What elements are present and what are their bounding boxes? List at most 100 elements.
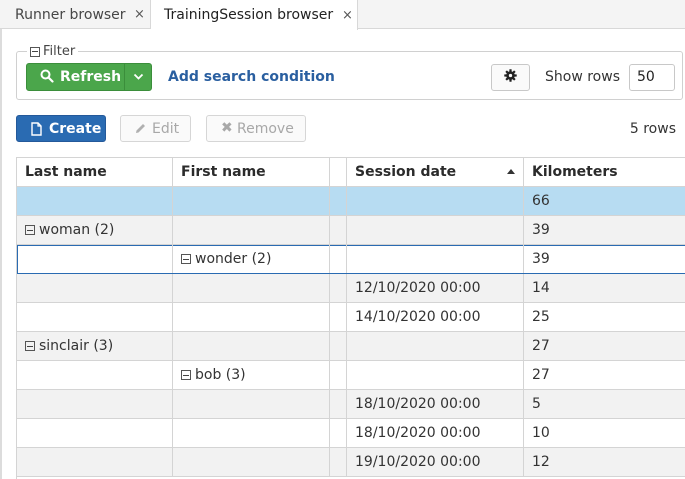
panel-edge xyxy=(0,29,2,479)
sessions-grid: Last name First name Session date Kilome… xyxy=(16,157,685,479)
cell-text: 66 xyxy=(532,193,550,209)
cell-kilometers: 10 xyxy=(524,419,685,447)
edit-button[interactable]: Edit xyxy=(120,115,191,142)
table-row[interactable]: 12/10/2020 00:00 14 xyxy=(17,274,685,303)
column-header-last-name[interactable]: Last name xyxy=(17,158,173,187)
remove-label: Remove xyxy=(237,121,294,137)
cell-content: 27 xyxy=(532,361,550,389)
cell-content: 39 xyxy=(532,216,550,244)
cell-text: 39 xyxy=(532,222,550,238)
table-row[interactable]: bob (3) 27 xyxy=(17,361,685,390)
table-row[interactable]: 19/10/2020 00:00 12 xyxy=(17,448,685,477)
create-label: Create xyxy=(49,121,102,137)
cell-content: 18/10/2020 00:00 xyxy=(355,390,481,418)
cell-content: 12 xyxy=(532,448,550,476)
column-header-spacer xyxy=(330,158,347,187)
cell-last-name xyxy=(17,303,173,331)
collapse-icon[interactable] xyxy=(181,370,191,380)
cell-session-date xyxy=(347,361,524,389)
cell-first-name: wonder (2) xyxy=(173,245,330,273)
cell-content: 14 xyxy=(532,274,550,302)
cell-kilometers: 27 xyxy=(524,361,685,389)
cell-last-name xyxy=(17,187,173,215)
cell-content: wonder (2) xyxy=(181,245,271,273)
cell-content: 19/10/2020 00:00 xyxy=(355,448,481,476)
refresh-button[interactable]: Refresh xyxy=(26,63,126,91)
sort-ascending-icon xyxy=(507,169,515,174)
cell-content: bob (3) xyxy=(181,361,246,389)
table-row[interactable]: 66 xyxy=(17,187,685,216)
cell-kilometers: 5 xyxy=(524,390,685,418)
cell-content: woman (2) xyxy=(25,216,114,244)
column-header-first-name[interactable]: First name xyxy=(173,158,330,187)
cell-kilometers: 27 xyxy=(524,332,685,360)
gear-icon xyxy=(504,69,517,86)
row-count: 5 rows xyxy=(629,121,676,137)
table-row[interactable]: woman (2) 39 xyxy=(17,216,685,245)
cell-text: 10 xyxy=(532,425,550,441)
cell-content: 66 xyxy=(532,187,550,215)
cell-spacer xyxy=(330,419,347,447)
tab-trainingsession-browser[interactable]: TrainingSession browser × xyxy=(151,0,358,30)
cell-kilometers: 12 xyxy=(524,448,685,476)
cell-spacer xyxy=(330,361,347,389)
cell-first-name xyxy=(173,274,330,302)
cell-session-date xyxy=(347,216,524,244)
table-row[interactable]: 18/10/2020 00:00 5 xyxy=(17,390,685,419)
cell-text: wonder (2) xyxy=(195,251,272,267)
refresh-dropdown-button[interactable] xyxy=(124,63,152,91)
cell-spacer xyxy=(330,390,347,418)
cell-kilometers: 14 xyxy=(524,274,685,302)
file-icon xyxy=(31,122,42,140)
cell-text: 12/10/2020 00:00 xyxy=(355,280,481,296)
cell-content: 12/10/2020 00:00 xyxy=(355,274,481,302)
refresh-label: Refresh xyxy=(60,69,122,85)
collapse-icon[interactable] xyxy=(30,46,40,57)
grid-header: Last name First name Session date Kilome… xyxy=(17,158,685,187)
close-icon[interactable]: × xyxy=(342,8,353,23)
cell-kilometers: 39 xyxy=(524,216,685,244)
tab-runner-browser[interactable]: Runner browser × xyxy=(0,0,151,29)
collapse-icon[interactable] xyxy=(25,341,35,351)
tab-label: Runner browser xyxy=(15,6,126,23)
table-row[interactable]: sinclair (3) 27 xyxy=(17,332,685,361)
close-icon[interactable]: × xyxy=(134,7,145,22)
show-rows-label: Show rows xyxy=(545,69,620,85)
cell-content: 10 xyxy=(532,419,550,447)
cell-text: 14 xyxy=(532,280,550,296)
cell-first-name xyxy=(173,187,330,215)
cell-content: 27 xyxy=(532,332,550,360)
settings-button[interactable] xyxy=(491,64,530,91)
cell-last-name: woman (2) xyxy=(17,216,173,244)
create-button[interactable]: Create xyxy=(16,115,106,142)
collapse-icon[interactable] xyxy=(181,254,191,264)
cell-first-name xyxy=(173,332,330,360)
add-search-condition-link[interactable]: Add search condition xyxy=(168,69,335,85)
cell-session-date xyxy=(347,187,524,215)
chevron-down-icon xyxy=(133,70,144,85)
cell-last-name xyxy=(17,274,173,302)
rows-per-page-input[interactable]: 50 xyxy=(629,64,675,91)
cell-spacer xyxy=(330,448,347,476)
column-header-session-date[interactable]: Session date xyxy=(347,158,524,187)
cell-first-name xyxy=(173,419,330,447)
cell-text: 14/10/2020 00:00 xyxy=(355,309,481,325)
cell-session-date: 18/10/2020 00:00 xyxy=(347,419,524,447)
table-row[interactable]: 18/10/2020 00:00 10 xyxy=(17,419,685,448)
cell-kilometers: 25 xyxy=(524,303,685,331)
column-header-kilometers[interactable]: Kilometers xyxy=(524,158,685,187)
collapse-icon[interactable] xyxy=(25,225,35,235)
filter-legend[interactable]: Filter xyxy=(27,44,79,59)
table-row[interactable]: 14/10/2020 00:00 25 xyxy=(17,303,685,332)
cell-text: 5 xyxy=(532,396,541,412)
pencil-icon xyxy=(134,122,147,139)
remove-button[interactable]: ✖ Remove xyxy=(206,115,306,142)
cell-text: 19/10/2020 00:00 xyxy=(355,454,481,470)
cell-content: 5 xyxy=(532,390,541,418)
cell-spacer xyxy=(330,303,347,331)
cell-text: bob (3) xyxy=(195,367,246,383)
cell-first-name xyxy=(173,448,330,476)
cell-content: 25 xyxy=(532,303,550,331)
table-row[interactable]: wonder (2) 39 xyxy=(17,245,685,274)
cell-text: 18/10/2020 00:00 xyxy=(355,425,481,441)
